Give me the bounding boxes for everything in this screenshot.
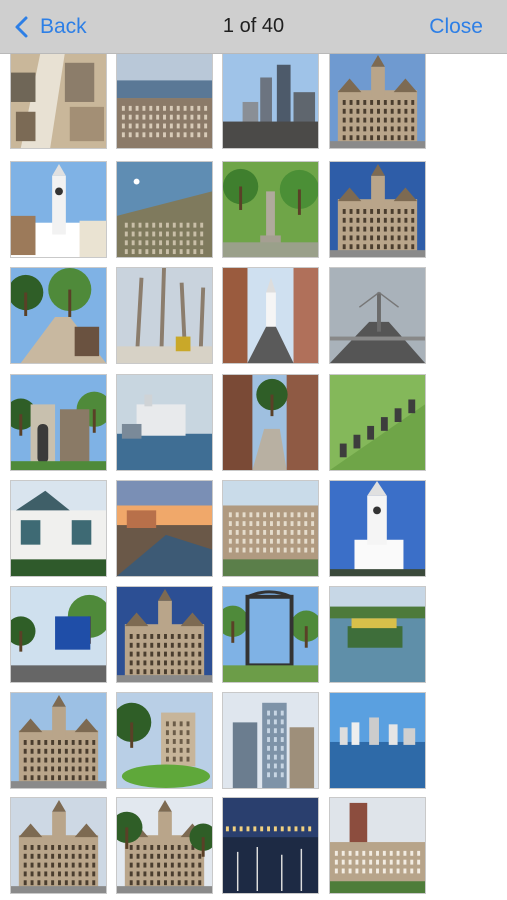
photo-thumbnail[interactable] — [329, 54, 426, 149]
photo-image — [117, 54, 212, 148]
photo-thumbnail[interactable] — [116, 161, 213, 258]
photo-thumbnail[interactable] — [222, 374, 319, 471]
photo-thumbnail[interactable] — [10, 692, 107, 789]
photo-thumbnail[interactable] — [116, 267, 213, 364]
photo-thumbnail[interactable] — [10, 586, 107, 683]
photo-image — [223, 693, 318, 788]
photo-thumbnail[interactable] — [222, 267, 319, 364]
photo-thumbnail[interactable] — [329, 161, 426, 258]
photo-image — [11, 268, 106, 363]
photo-image — [223, 268, 318, 363]
photo-thumbnail[interactable] — [222, 480, 319, 577]
photo-image — [117, 375, 212, 470]
photo-image — [330, 162, 425, 257]
photo-image — [11, 54, 106, 148]
photo-thumbnail[interactable] — [116, 797, 213, 894]
photo-thumbnail[interactable] — [10, 480, 107, 577]
photo-image — [223, 54, 318, 148]
photo-thumbnail[interactable] — [329, 374, 426, 471]
photo-thumbnail[interactable] — [10, 797, 107, 894]
photo-image — [330, 375, 425, 470]
photo-image — [223, 162, 318, 257]
photo-image — [223, 798, 318, 893]
photo-image — [117, 798, 212, 893]
photo-image — [11, 375, 106, 470]
photo-image — [11, 798, 106, 893]
photo-thumbnail[interactable] — [329, 692, 426, 789]
photo-image — [330, 693, 425, 788]
photo-grid — [0, 54, 507, 900]
photo-image — [223, 587, 318, 682]
photo-thumbnail[interactable] — [222, 161, 319, 258]
photo-image — [330, 587, 425, 682]
photo-image — [330, 54, 425, 148]
photo-image — [11, 693, 106, 788]
photo-thumbnail[interactable] — [116, 480, 213, 577]
navigation-bar: Back 1 of 40 Close — [0, 0, 507, 54]
photo-thumbnail[interactable] — [10, 374, 107, 471]
photo-thumbnail[interactable] — [222, 54, 319, 149]
photo-thumbnail[interactable] — [116, 692, 213, 789]
photo-image — [117, 693, 212, 788]
photo-image — [11, 481, 106, 576]
close-button[interactable]: Close — [429, 15, 483, 39]
photo-thumbnail[interactable] — [116, 586, 213, 683]
photo-thumbnail[interactable] — [222, 692, 319, 789]
photo-thumbnail[interactable] — [10, 267, 107, 364]
photo-image — [330, 798, 425, 893]
photo-image — [117, 268, 212, 363]
photo-image — [11, 162, 106, 257]
photo-image — [11, 587, 106, 682]
photo-thumbnail[interactable] — [222, 586, 319, 683]
photo-image — [117, 162, 212, 257]
photo-image — [223, 375, 318, 470]
photo-thumbnail[interactable] — [116, 374, 213, 471]
photo-thumbnail[interactable] — [329, 480, 426, 577]
photo-image — [330, 268, 425, 363]
photo-thumbnail[interactable] — [329, 797, 426, 894]
photo-thumbnail[interactable] — [329, 267, 426, 364]
photo-thumbnail[interactable] — [222, 797, 319, 894]
photo-thumbnail[interactable] — [10, 54, 107, 149]
photo-thumbnail[interactable] — [329, 586, 426, 683]
photo-image — [117, 481, 212, 576]
photo-image — [117, 587, 212, 682]
photo-thumbnail[interactable] — [116, 54, 213, 149]
photo-thumbnail[interactable] — [10, 161, 107, 258]
photo-image — [330, 481, 425, 576]
photo-image — [223, 481, 318, 576]
